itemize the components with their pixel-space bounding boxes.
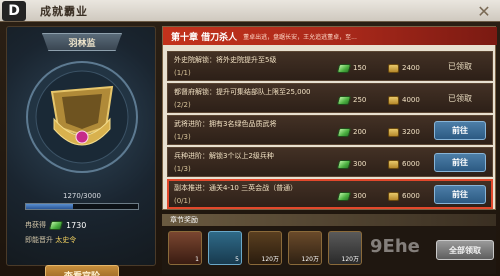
task-title: 都督府解锁：提升可集结部队上限至25,000	[174, 88, 311, 96]
coin-icon	[388, 95, 399, 105]
chapter-header: 第十章 借刀杀人 董卓出逃，盘踞长安，王允追逃董卓，至...	[163, 27, 497, 45]
task-title: 外史院解锁：将外史院提升至5级	[174, 56, 277, 64]
jade-reward: 250	[336, 94, 367, 106]
title-bar: D 成就霸业 ✕	[0, 0, 500, 22]
jade-reward-value: 250	[353, 96, 367, 104]
rank-emblem-icon	[26, 61, 138, 173]
task-progress: (1/1)	[174, 69, 191, 77]
coin-reward: 2400	[388, 62, 420, 74]
jade-reward-value: 150	[353, 64, 367, 72]
task-title: 兵种进阶：解锁3个以上2级兵种	[174, 152, 274, 160]
coin-reward-value: 3200	[402, 128, 420, 136]
chapter-reward-header: 章节奖励	[162, 214, 496, 226]
coin-icon	[388, 191, 399, 201]
jade-icon	[48, 220, 64, 230]
jade-reward-value: 300	[353, 192, 367, 200]
owned-row: 冉获得 1730	[25, 219, 86, 231]
claimed-label: 已领取	[448, 94, 472, 103]
coin-reward-value: 6000	[402, 160, 420, 168]
reward-count: 5	[235, 256, 239, 263]
task-row: 兵种进阶：解锁3个以上2级兵种 (1/3) 300 6000 前往	[167, 147, 493, 177]
jade-reward: 300	[336, 190, 367, 202]
close-icon[interactable]: ✕	[472, 1, 496, 21]
task-row: 副本推进：通关4-10 三英会战（普通） (0/1) 300 6000 前往	[167, 179, 493, 209]
goto-button[interactable]: 前往	[434, 121, 486, 140]
rank-progress-fill	[26, 204, 74, 209]
chapter-description: 董卓出逃，盘踞长安，王允追逃董卓，至...	[243, 33, 357, 41]
coin-reward-value: 6000	[402, 192, 420, 200]
achievement-window: D 成就霸业 ✕ 羽林监 1270/3000 冉获得 1730 即能晋升 太史令	[0, 0, 500, 276]
task-row: 都督府解锁：提升可集结部队上限至25,000 (2/2) 250 4000 已领…	[167, 83, 493, 113]
promote-label: 即能晋升	[25, 236, 53, 244]
jade-reward-value: 200	[353, 128, 367, 136]
rank-name: 羽林监	[42, 33, 122, 51]
jade-reward: 300	[336, 158, 367, 170]
promote-row: 即能晋升 太史令	[25, 235, 76, 245]
goto-button[interactable]: 前往	[434, 153, 486, 172]
jade-icon	[336, 127, 352, 137]
task-row: 武将进阶：拥有3名绿色品质武将 (1/3) 200 3200 前往	[167, 115, 493, 145]
task-title: 副本推进：通关4-10 三英会战（普通）	[174, 184, 298, 192]
reward-count: 120万	[301, 256, 319, 263]
page-title: 成就霸业	[40, 5, 88, 18]
coin-reward: 6000	[388, 158, 420, 170]
owned-label: 冉获得	[25, 221, 46, 229]
reward-count: 120万	[261, 256, 279, 263]
chapter-panel: 第十章 借刀杀人 董卓出逃，盘踞长安，王允追逃董卓，至... 外史院解锁：将外史…	[162, 26, 497, 210]
rank-progress-bar	[25, 203, 139, 210]
stone-icon[interactable]: 120万	[328, 231, 362, 265]
horn-icon[interactable]: 120万	[288, 231, 322, 265]
reward-count: 1	[195, 256, 199, 263]
coin-reward-value: 4000	[402, 96, 420, 104]
goto-button[interactable]: 前往	[434, 185, 486, 204]
jade-icon	[336, 159, 352, 169]
claim-all-button[interactable]: 全部领取	[436, 240, 494, 260]
rank-progress-text: 1270/3000	[63, 192, 101, 200]
general-portrait-icon[interactable]: 1	[168, 231, 202, 265]
task-progress: (1/3)	[174, 165, 191, 173]
arrows-icon[interactable]: 120万	[248, 231, 282, 265]
owned-value: 1730	[66, 220, 87, 230]
task-title: 武将进阶：拥有3名绿色品质武将	[174, 120, 277, 128]
coin-icon	[388, 63, 399, 73]
jade-reward: 200	[336, 126, 367, 138]
watermark-logo: 9Ehe	[370, 236, 420, 257]
chapter-title: 第十章 借刀杀人	[171, 32, 238, 43]
reward-count: 120万	[341, 256, 359, 263]
coin-reward-value: 2400	[402, 64, 420, 72]
task-progress: (1/3)	[174, 133, 191, 141]
coin-reward: 4000	[388, 94, 420, 106]
jade-icon	[336, 95, 352, 105]
coin-icon	[388, 127, 399, 137]
rank-panel: 羽林监 1270/3000 冉获得 1730 即能晋升 太史令 查看官阶	[6, 26, 156, 276]
coin-reward: 3200	[388, 126, 420, 138]
jade-icon	[336, 191, 352, 201]
task-row: 外史院解锁：将外史院提升至5级 (1/1) 150 2400 已领取	[167, 51, 493, 81]
jade-reward: 150	[336, 62, 367, 74]
jade-reward-value: 300	[353, 160, 367, 168]
view-office-rank-button[interactable]: 查看官阶	[45, 265, 119, 276]
promote-target: 太史令	[55, 236, 77, 244]
task-progress: (0/1)	[174, 197, 191, 205]
coin-reward: 6000	[388, 190, 420, 202]
jade-icon	[336, 63, 352, 73]
coin-icon	[388, 159, 399, 169]
claimed-label: 已领取	[448, 62, 472, 71]
task-progress: (2/2)	[174, 101, 191, 109]
back-button[interactable]: D	[2, 1, 26, 21]
speedup-icon[interactable]: 5	[208, 231, 242, 265]
